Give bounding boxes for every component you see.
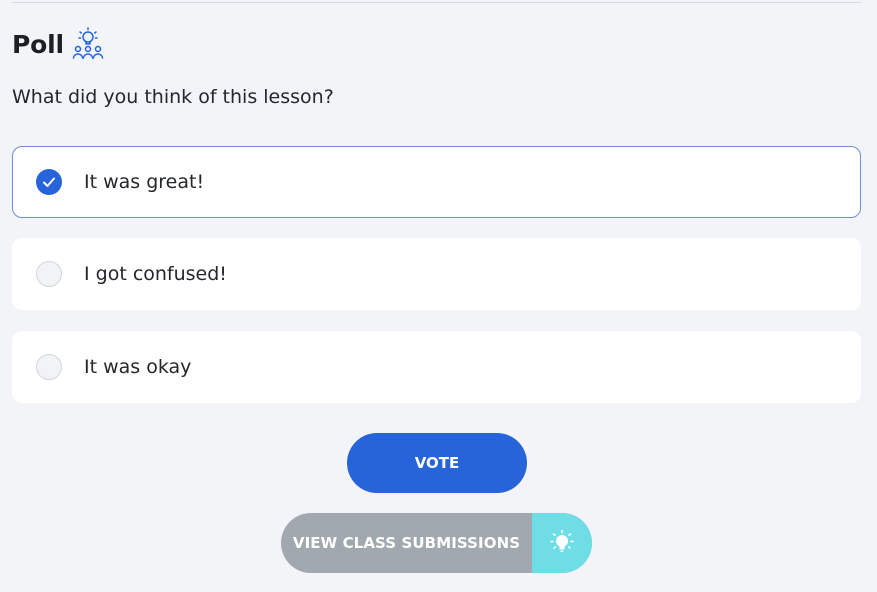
radio-icon[interactable] <box>36 261 62 287</box>
poll-option-great[interactable]: It was great! <box>12 146 861 218</box>
poll-question: What did you think of this lesson? <box>12 86 334 108</box>
poll-option-label: It was great! <box>84 171 205 193</box>
lightbulb-people-icon <box>72 27 104 59</box>
poll-option-label: It was okay <box>84 356 192 378</box>
poll-option-label: I got confused! <box>84 263 227 285</box>
poll-option-confused[interactable]: I got confused! <box>12 238 861 310</box>
radio-icon[interactable] <box>36 354 62 380</box>
lightbulb-icon <box>532 513 592 573</box>
view-class-submissions-label: VIEW CLASS SUBMISSIONS <box>292 534 521 552</box>
poll-options: It was great! I got confused! It was oka… <box>12 146 861 423</box>
poll-option-okay[interactable]: It was okay <box>12 331 861 403</box>
poll-title: Poll <box>12 29 64 59</box>
divider <box>12 2 861 3</box>
vote-button[interactable]: VOTE <box>347 433 527 493</box>
poll-panel: Poll What did you think of this lesson? <box>0 0 877 592</box>
checkmark-radio-icon[interactable] <box>36 169 62 195</box>
poll-header: Poll <box>12 26 106 62</box>
view-class-submissions-button[interactable]: VIEW CLASS SUBMISSIONS <box>281 513 592 573</box>
